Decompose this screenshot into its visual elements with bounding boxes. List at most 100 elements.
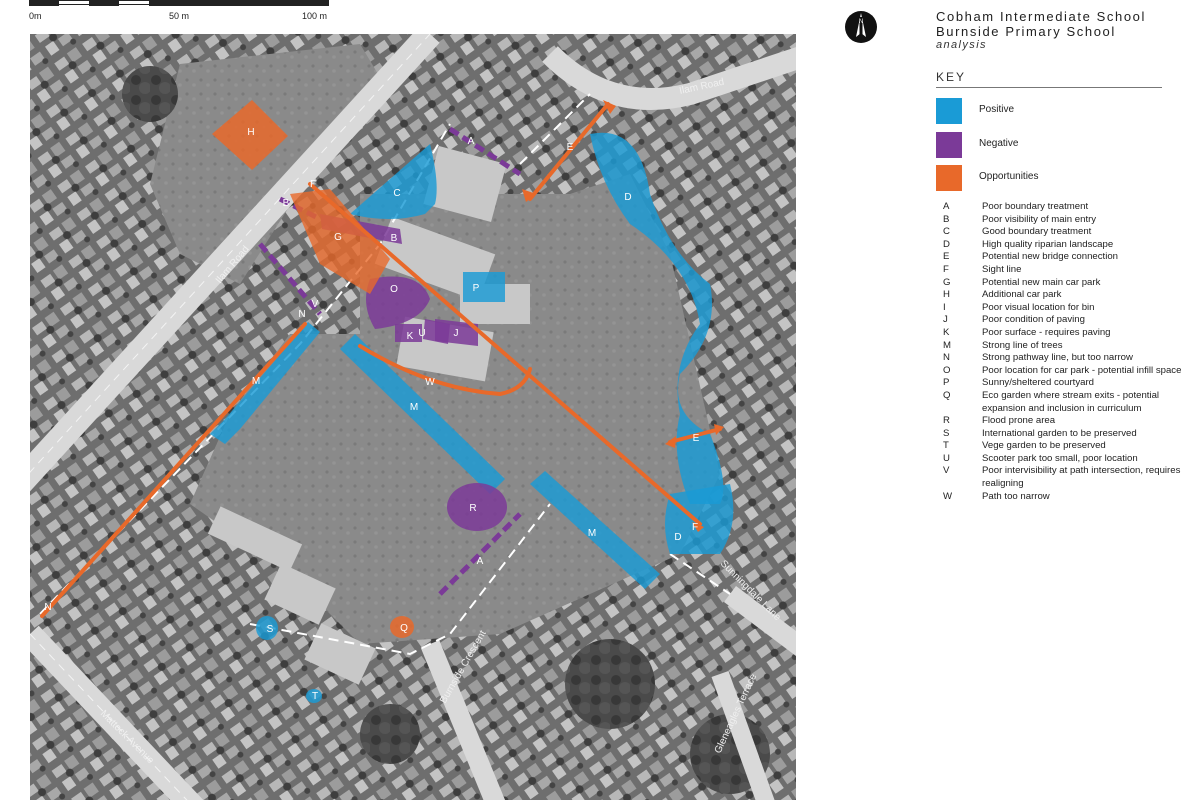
scale-bar-segment	[89, 0, 119, 6]
key-code-description: Poor surface - requires paving	[982, 326, 1111, 338]
key-code-description: Poor location for car park - potential i…	[982, 364, 1182, 376]
key-code-description: Potential new bridge connection	[982, 251, 1119, 263]
key-code-letter: C	[943, 226, 950, 238]
scale-label-50m: 50 m	[169, 11, 190, 21]
key-code-row: T Vege garden to be preserved	[943, 440, 1183, 453]
zone-label: P	[473, 283, 480, 294]
key-code-letter: J	[943, 314, 948, 326]
key-code-description: Sunny/sheltered courtyard	[982, 377, 1094, 389]
key-code-row: D High quality riparian landscape	[943, 239, 1183, 252]
zone-label: N	[298, 309, 305, 320]
school-name-primary: Cobham Intermediate School	[936, 9, 1146, 24]
key-code-letter: A	[943, 201, 950, 212]
key-code-letter: S	[943, 427, 950, 439]
zone-label: O	[390, 284, 398, 295]
zone-r	[447, 483, 507, 531]
key-code-row: G Potential new main car park	[943, 277, 1183, 290]
zone-label: N	[44, 602, 51, 613]
key-code-description: Sight line	[982, 263, 1022, 275]
key-code-letter: T	[943, 440, 949, 452]
key-heading: KEY	[936, 70, 967, 84]
key-code-description: Poor boundary treatment	[982, 201, 1089, 212]
key-code-row: K Poor surface - requires paving	[943, 327, 1183, 340]
legend-swatch-negative	[936, 132, 962, 158]
tree-cluster	[360, 704, 420, 764]
key-code-description: Additional car park	[982, 289, 1062, 301]
key-code-description: Eco garden where stream exits - potentia…	[982, 389, 1160, 414]
zone-label: S	[267, 624, 274, 635]
aerial-map[interactable]: Ilam Road Ilam Road Mattock Avenue Burns…	[30, 34, 796, 800]
key-code-description: Vege garden to be preserved	[982, 440, 1106, 452]
zone-label: V	[312, 299, 319, 310]
key-code-row: C Good boundary treatment	[943, 226, 1183, 239]
zone-label: M	[252, 376, 260, 387]
school-name-secondary: Burnside Primary School	[936, 24, 1116, 39]
zone-label: A	[477, 556, 484, 567]
legend-item-negative: Negative	[936, 132, 1176, 158]
zone-label: T	[312, 691, 318, 702]
legend-label-positive: Positive	[979, 104, 1015, 115]
key-code-list: A Poor boundary treatment B Poor visibility…	[943, 201, 1183, 503]
zone-label: R	[469, 503, 476, 514]
key-code-row: O Poor location for car park - potential …	[943, 365, 1183, 378]
key-code-letter: E	[943, 251, 950, 263]
key-code-row: M Strong line of trees	[943, 340, 1183, 353]
scale-bar-segment	[149, 0, 179, 6]
zone-label: F	[692, 522, 698, 533]
zone-label: D	[624, 192, 631, 203]
zone-d-south	[665, 484, 734, 554]
key-code-row: E Potential new bridge connection	[943, 251, 1183, 264]
scale-label-100m: 100 m	[302, 11, 328, 21]
zone-label: B	[283, 198, 290, 209]
zone-label: B	[391, 233, 398, 244]
key-code-description: Poor visibility of main entry	[982, 213, 1097, 225]
key-code-row: Q Eco garden where stream exits - potenti…	[943, 390, 1183, 415]
zone-label: D	[674, 532, 681, 543]
key-code-description: Poor visual location for bin	[982, 301, 1095, 313]
key-code-letter: N	[943, 352, 950, 364]
key-code-row: J Poor condition of paving	[943, 314, 1183, 327]
legend-item-positive: Positive	[936, 98, 1176, 124]
key-code-letter: V	[943, 465, 950, 477]
key-code-letter: H	[943, 289, 950, 301]
zone-label: C	[393, 188, 400, 199]
key-code-row: I Poor visual location for bin	[943, 302, 1183, 315]
key-code-description: International garden to be preserved	[982, 427, 1137, 439]
key-code-letter: R	[943, 415, 950, 427]
key-code-description: Flood prone area	[982, 415, 1056, 427]
key-code-row: N Strong pathway line, but too narrow	[943, 352, 1183, 365]
scale-bar-segment	[179, 0, 329, 6]
zone-label: K	[407, 331, 414, 342]
zone-label: U	[418, 328, 425, 339]
key-code-description: Poor condition of paving	[982, 314, 1085, 326]
zone-label: A	[468, 136, 475, 147]
key-code-row: U Scooter park too small, poor location	[943, 453, 1183, 466]
zone-label: F	[310, 179, 316, 190]
key-code-description: High quality riparian landscape	[982, 238, 1114, 250]
zone-label: E	[567, 142, 574, 153]
key-code-letter: P	[943, 377, 950, 389]
key-code-letter: K	[943, 326, 950, 338]
key-code-letter: Q	[943, 389, 951, 401]
zone-label: H	[247, 127, 254, 138]
key-code-letter: O	[943, 364, 951, 376]
key-code-letter: U	[943, 452, 950, 464]
scale-bar-segment	[29, 0, 59, 6]
key-code-letter: G	[943, 276, 951, 288]
key-code-description: Good boundary treatment	[982, 226, 1092, 238]
key-code-row: W Path too narrow	[943, 491, 1183, 504]
key-code-row: A Poor boundary treatment	[943, 201, 1183, 214]
key-code-description: Strong line of trees	[982, 339, 1063, 351]
legend-label-negative: Negative	[979, 138, 1019, 149]
key-code-description: Poor intervisibility at path intersectio…	[982, 465, 1181, 490]
key-code-letter: F	[943, 263, 949, 275]
north-arrow-icon: N	[845, 11, 877, 43]
key-code-row: V Poor intervisibility at path intersecti…	[943, 465, 1183, 490]
legend-swatch-opportunities	[936, 165, 962, 191]
legend-label-opportunities: Opportunities	[979, 171, 1039, 182]
key-code-row: P Sunny/sheltered courtyard	[943, 377, 1183, 390]
scale-label-zero: 0m	[29, 11, 42, 21]
key-divider	[936, 87, 1162, 88]
key-code-row: S International garden to be preserved	[943, 428, 1183, 441]
key-code-letter: W	[943, 490, 953, 502]
